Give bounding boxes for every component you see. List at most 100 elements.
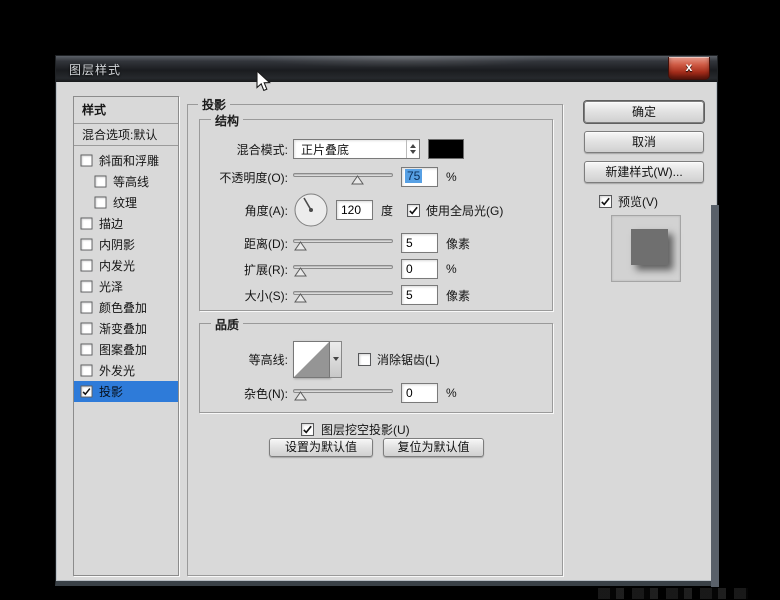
watermark-fragment <box>598 588 748 599</box>
noise-slider-thumb[interactable] <box>294 391 307 401</box>
dialog-titlebar[interactable]: 图层样式 <box>56 56 717 82</box>
distance-row: 距离(D): 像素 <box>199 233 553 253</box>
noise-input[interactable] <box>401 383 438 403</box>
sidebar-item-outer-glow[interactable]: 外发光 <box>74 360 178 381</box>
spread-row: 扩展(R): % <box>199 259 553 279</box>
noise-slider[interactable] <box>293 385 393 401</box>
gradient-overlay-checkbox[interactable] <box>81 323 93 335</box>
noise-slider-track[interactable] <box>293 389 393 393</box>
antialias-checkbox[interactable] <box>358 353 371 366</box>
stepper-arrows-icon <box>406 140 419 158</box>
make-default-button[interactable]: 设置为默认值 <box>269 438 373 457</box>
sidebar-header: 样式 <box>74 97 178 124</box>
sidebar-item-contour[interactable]: 等高线 <box>74 171 178 192</box>
inner-shadow-checkbox[interactable] <box>81 239 93 251</box>
bevel-emboss-checkbox[interactable] <box>81 155 93 167</box>
spread-slider[interactable] <box>293 261 393 277</box>
contour-dropdown-arrow-icon[interactable] <box>330 341 342 378</box>
size-slider-thumb[interactable] <box>294 293 307 303</box>
inner-glow-checkbox[interactable] <box>81 260 93 272</box>
size-input[interactable] <box>401 285 438 305</box>
reset-default-button[interactable]: 复位为默认值 <box>383 438 484 457</box>
styles-sidebar: 样式 混合选项:默认 斜面和浮雕 等高线 纹理 描边 <box>73 96 179 576</box>
size-slider[interactable] <box>293 287 393 303</box>
blend-mode-select[interactable]: 正片叠底 <box>293 139 420 159</box>
texture-checkbox[interactable] <box>95 197 107 209</box>
sidebar-item-inner-glow[interactable]: 内发光 <box>74 255 178 276</box>
distance-unit: 像素 <box>446 235 470 252</box>
contour-thumbnail[interactable] <box>293 341 330 378</box>
sidebar-item-texture[interactable]: 纹理 <box>74 192 178 213</box>
close-button[interactable]: x <box>668 57 710 80</box>
screenshot-stage: 图层样式 x 样式 混合选项:默认 斜面和浮雕 等高线 纹理 <box>0 0 780 600</box>
drop-shadow-checkbox[interactable] <box>81 386 93 398</box>
stroke-checkbox[interactable] <box>81 218 93 230</box>
opacity-row: 不透明度(O): 75 % <box>199 167 553 187</box>
dialog-title: 图层样式 <box>69 61 121 78</box>
panel-title: 投影 <box>198 96 230 113</box>
blend-mode-row: 混合模式: 正片叠底 <box>199 139 553 159</box>
size-unit: 像素 <box>446 287 470 304</box>
preview-label: 预览(V) <box>618 193 658 210</box>
noise-label: 杂色(N): <box>199 385 293 402</box>
opacity-slider-track[interactable] <box>293 173 393 177</box>
color-overlay-checkbox[interactable] <box>81 302 93 314</box>
spread-input[interactable] <box>401 259 438 279</box>
knockout-checkbox[interactable] <box>301 423 314 436</box>
spread-slider-thumb[interactable] <box>294 267 307 277</box>
spread-label: 扩展(R): <box>199 261 293 278</box>
noise-unit: % <box>446 386 457 400</box>
preview-thumbnail <box>611 215 681 282</box>
sidebar-item-pattern-overlay[interactable]: 图案叠加 <box>74 339 178 360</box>
distance-label: 距离(D): <box>199 235 293 252</box>
global-light-checkbox[interactable] <box>407 204 420 217</box>
antialias-label: 消除锯齿(L) <box>377 351 440 368</box>
contour-label: 等高线: <box>199 351 293 368</box>
outer-glow-checkbox[interactable] <box>81 365 93 377</box>
preview-checkbox[interactable] <box>599 195 612 208</box>
sidebar-item-satin[interactable]: 光泽 <box>74 276 178 297</box>
new-style-button[interactable]: 新建样式(W)... <box>584 161 704 183</box>
sidebar-items: 斜面和浮雕 等高线 纹理 描边 内阴影 <box>74 146 178 402</box>
layer-style-dialog: 图层样式 x 样式 混合选项:默认 斜面和浮雕 等高线 纹理 <box>55 55 718 586</box>
satin-checkbox[interactable] <box>81 281 93 293</box>
sidebar-item-color-overlay[interactable]: 颜色叠加 <box>74 297 178 318</box>
sidebar-item-gradient-overlay[interactable]: 渐变叠加 <box>74 318 178 339</box>
pattern-overlay-checkbox[interactable] <box>81 344 93 356</box>
contour-row: 等高线: 消除锯齿(L) <box>199 340 553 378</box>
check-icon <box>302 424 313 435</box>
angle-input[interactable] <box>336 200 373 220</box>
distance-slider-track[interactable] <box>293 239 393 243</box>
blend-mode-value: 正片叠底 <box>294 141 406 158</box>
contour-picker[interactable] <box>293 341 342 378</box>
size-row: 大小(S): 像素 <box>199 285 553 305</box>
distance-slider-thumb[interactable] <box>294 241 307 251</box>
quality-legend: 品质 <box>211 316 243 333</box>
titlebar-gloss <box>254 56 551 68</box>
check-icon <box>600 196 611 207</box>
size-slider-track[interactable] <box>293 291 393 295</box>
shadow-color-swatch[interactable] <box>428 139 464 159</box>
sidebar-item-drop-shadow[interactable]: 投影 <box>74 381 178 402</box>
ok-button[interactable]: 确定 <box>584 101 704 123</box>
noise-row: 杂色(N): % <box>199 383 553 403</box>
spread-unit: % <box>446 262 457 276</box>
sidebar-item-inner-shadow[interactable]: 内阴影 <box>74 234 178 255</box>
sidebar-item-stroke[interactable]: 描边 <box>74 213 178 234</box>
angle-unit: 度 <box>381 202 393 219</box>
distance-slider[interactable] <box>293 235 393 251</box>
check-icon <box>81 386 91 396</box>
knockout-row: 图层挖空投影(U) <box>301 419 551 439</box>
angle-label: 角度(A): <box>199 202 293 219</box>
opacity-slider-thumb[interactable] <box>351 175 364 185</box>
cancel-button[interactable]: 取消 <box>584 131 704 153</box>
contour-checkbox[interactable] <box>95 176 107 188</box>
check-icon <box>408 205 419 216</box>
angle-dial[interactable] <box>293 192 329 228</box>
spread-slider-track[interactable] <box>293 265 393 269</box>
opacity-input[interactable]: 75 <box>401 167 438 187</box>
sidebar-item-blending-options[interactable]: 混合选项:默认 <box>74 124 178 146</box>
sidebar-item-bevel-emboss[interactable]: 斜面和浮雕 <box>74 150 178 171</box>
opacity-slider[interactable] <box>293 169 393 185</box>
distance-input[interactable] <box>401 233 438 253</box>
